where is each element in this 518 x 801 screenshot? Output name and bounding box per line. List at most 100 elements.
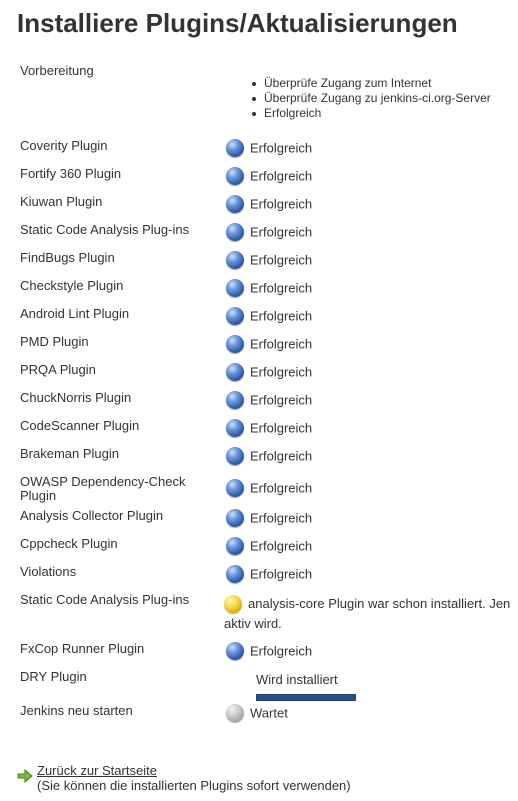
status-text: Erfolgreich (250, 538, 313, 554)
status-text: Wird installiert (256, 672, 338, 687)
blue-ball-icon (226, 335, 244, 353)
plugin-row: DRY Plugin Wird installiert (0, 667, 518, 701)
status-text: Wartet (250, 705, 288, 721)
plugin-row: Kiuwan Plugin Erfolgreich (0, 192, 518, 220)
status-text: Erfolgreich (250, 448, 313, 464)
plugin-name: Brakeman Plugin (20, 446, 119, 461)
plugin-status: Erfolgreich (226, 565, 313, 584)
plugin-status: Erfolgreich (226, 642, 313, 661)
plugin-row: PRQA Plugin Erfolgreich (0, 360, 518, 388)
blue-ball-icon (226, 139, 244, 157)
preparation-item: Überprüfe Zugang zum Internet (250, 76, 491, 91)
blue-ball-icon (226, 479, 244, 497)
status-text: Erfolgreich (250, 510, 313, 526)
plugin-row: Violations Erfolgreich (0, 562, 518, 590)
blue-ball-icon (226, 251, 244, 269)
back-to-home-link[interactable]: Zurück zur Startseite (37, 763, 157, 778)
plugin-status: Erfolgreich (226, 479, 313, 498)
blue-ball-icon (226, 565, 244, 583)
plugin-name: Cppcheck Plugin (20, 536, 118, 551)
plugin-row: Android Lint Plugin Erfolgreich (0, 304, 518, 332)
status-text: Erfolgreich (250, 140, 313, 156)
page-title: Installiere Plugins/Aktualisierungen (17, 8, 458, 38)
arrow-right-icon (17, 769, 33, 783)
plugin-status: Erfolgreich (226, 195, 313, 214)
plugin-name: OWASP Dependency-Check Plugin (20, 474, 186, 503)
plugin-status: Wartet (226, 704, 288, 723)
progress-bar-fill (257, 695, 355, 700)
plugin-name: FindBugs Plugin (20, 250, 115, 265)
plugin-row: Fortify 360 Plugin Erfolgreich (0, 164, 518, 192)
footer-note: (Sie können die installierten Plugins so… (37, 778, 351, 793)
plugin-row: Coverity Plugin Erfolgreich (0, 136, 518, 164)
plugin-name: Android Lint Plugin (20, 306, 130, 321)
blue-ball-icon (226, 279, 244, 297)
status-text: Erfolgreich (250, 420, 313, 436)
blue-ball-icon (226, 195, 244, 213)
plugin-status: Erfolgreich (226, 307, 313, 326)
plugin-name: Analysis Collector Plugin (20, 508, 164, 523)
preparation-item: Überprüfe Zugang zu jenkins-ci.org-Serve… (250, 91, 491, 106)
plugin-name: DRY Plugin (20, 669, 87, 684)
status-text: Erfolgreich (250, 392, 313, 408)
plugin-status: Erfolgreich (226, 279, 313, 298)
plugin-name: Coverity Plugin (20, 138, 108, 153)
plugin-status: Erfolgreich (226, 509, 313, 528)
plugin-row: PMD Plugin Erfolgreich (0, 332, 518, 360)
status-text: Erfolgreich (250, 168, 313, 184)
plugin-status: analysis-core Plugin war schon installie… (224, 594, 518, 633)
plugin-name: Fortify 360 Plugin (20, 166, 122, 181)
blue-ball-icon (226, 363, 244, 381)
plugin-status: Erfolgreich (226, 447, 313, 466)
preparation-item: Erfolgreich (250, 106, 491, 121)
status-text: Erfolgreich (250, 280, 313, 296)
plugin-name: Static Code Analysis Plug-ins (20, 592, 190, 607)
blue-ball-icon (226, 167, 244, 185)
plugin-row: Jenkins neu starten Wartet (0, 701, 518, 729)
progress-bar (256, 694, 356, 701)
plugin-row: Analysis Collector Plugin Erfolgreich (0, 506, 518, 534)
status-text: Erfolgreich (250, 308, 313, 324)
plugin-status: Erfolgreich (226, 363, 313, 382)
plugin-status: Erfolgreich (226, 419, 313, 438)
status-text: Erfolgreich (250, 480, 313, 496)
plugin-row: OWASP Dependency-Check Plugin Erfolgreic… (0, 472, 518, 506)
plugin-status-list: Coverity Plugin Erfolgreich Fortify 360 … (0, 136, 518, 729)
blue-ball-icon (226, 419, 244, 437)
plugin-row: CodeScanner Plugin Erfolgreich (0, 416, 518, 444)
plugin-row: Cppcheck Plugin Erfolgreich (0, 534, 518, 562)
plugin-name: Kiuwan Plugin (20, 194, 103, 209)
install-progress: Wird installiert (256, 673, 366, 701)
plugin-status: Erfolgreich (226, 251, 312, 270)
blue-ball-icon (226, 223, 244, 241)
plugin-row: FxCop Runner Plugin Erfolgreich (0, 639, 518, 667)
plugin-status: Erfolgreich (226, 223, 312, 242)
plugin-row: Brakeman Plugin Erfolgreich (0, 444, 518, 472)
grey-ball-icon (226, 704, 244, 722)
status-text: Erfolgreich (250, 196, 313, 212)
plugin-name: PRQA Plugin (20, 362, 96, 377)
blue-ball-icon (226, 642, 244, 660)
status-text: Erfolgreich (250, 336, 313, 352)
plugin-status: Erfolgreich (226, 537, 313, 556)
status-text: Erfolgreich (250, 566, 313, 582)
preparation-list: Überprüfe Zugang zum Internet Überprüfe … (250, 76, 491, 121)
plugin-name: Static Code Analysis Plug-ins (20, 222, 190, 237)
blue-ball-icon (226, 509, 244, 527)
plugin-status: Erfolgreich (226, 335, 313, 354)
plugin-status: Erfolgreich (226, 139, 313, 158)
status-text: analysis-core Plugin war schon installie… (248, 596, 511, 611)
blue-ball-icon (226, 537, 244, 555)
plugin-name: Checkstyle Plugin (20, 278, 124, 293)
status-text: Erfolgreich (250, 643, 313, 659)
blue-ball-icon (226, 307, 244, 325)
plugin-name: Violations (20, 564, 77, 579)
plugin-row: Static Code Analysis Plug-ins Erfolgreic… (0, 220, 518, 248)
plugin-name: FxCop Runner Plugin (20, 641, 145, 656)
plugin-status: Erfolgreich (226, 167, 313, 186)
plugin-row: Static Code Analysis Plug-ins analysis-c… (0, 590, 518, 639)
plugin-name: PMD Plugin (20, 334, 89, 349)
status-text: Erfolgreich (250, 364, 313, 380)
status-text-continued: aktiv wird. (224, 615, 282, 631)
plugin-row: Checkstyle Plugin Erfolgreich (0, 276, 518, 304)
